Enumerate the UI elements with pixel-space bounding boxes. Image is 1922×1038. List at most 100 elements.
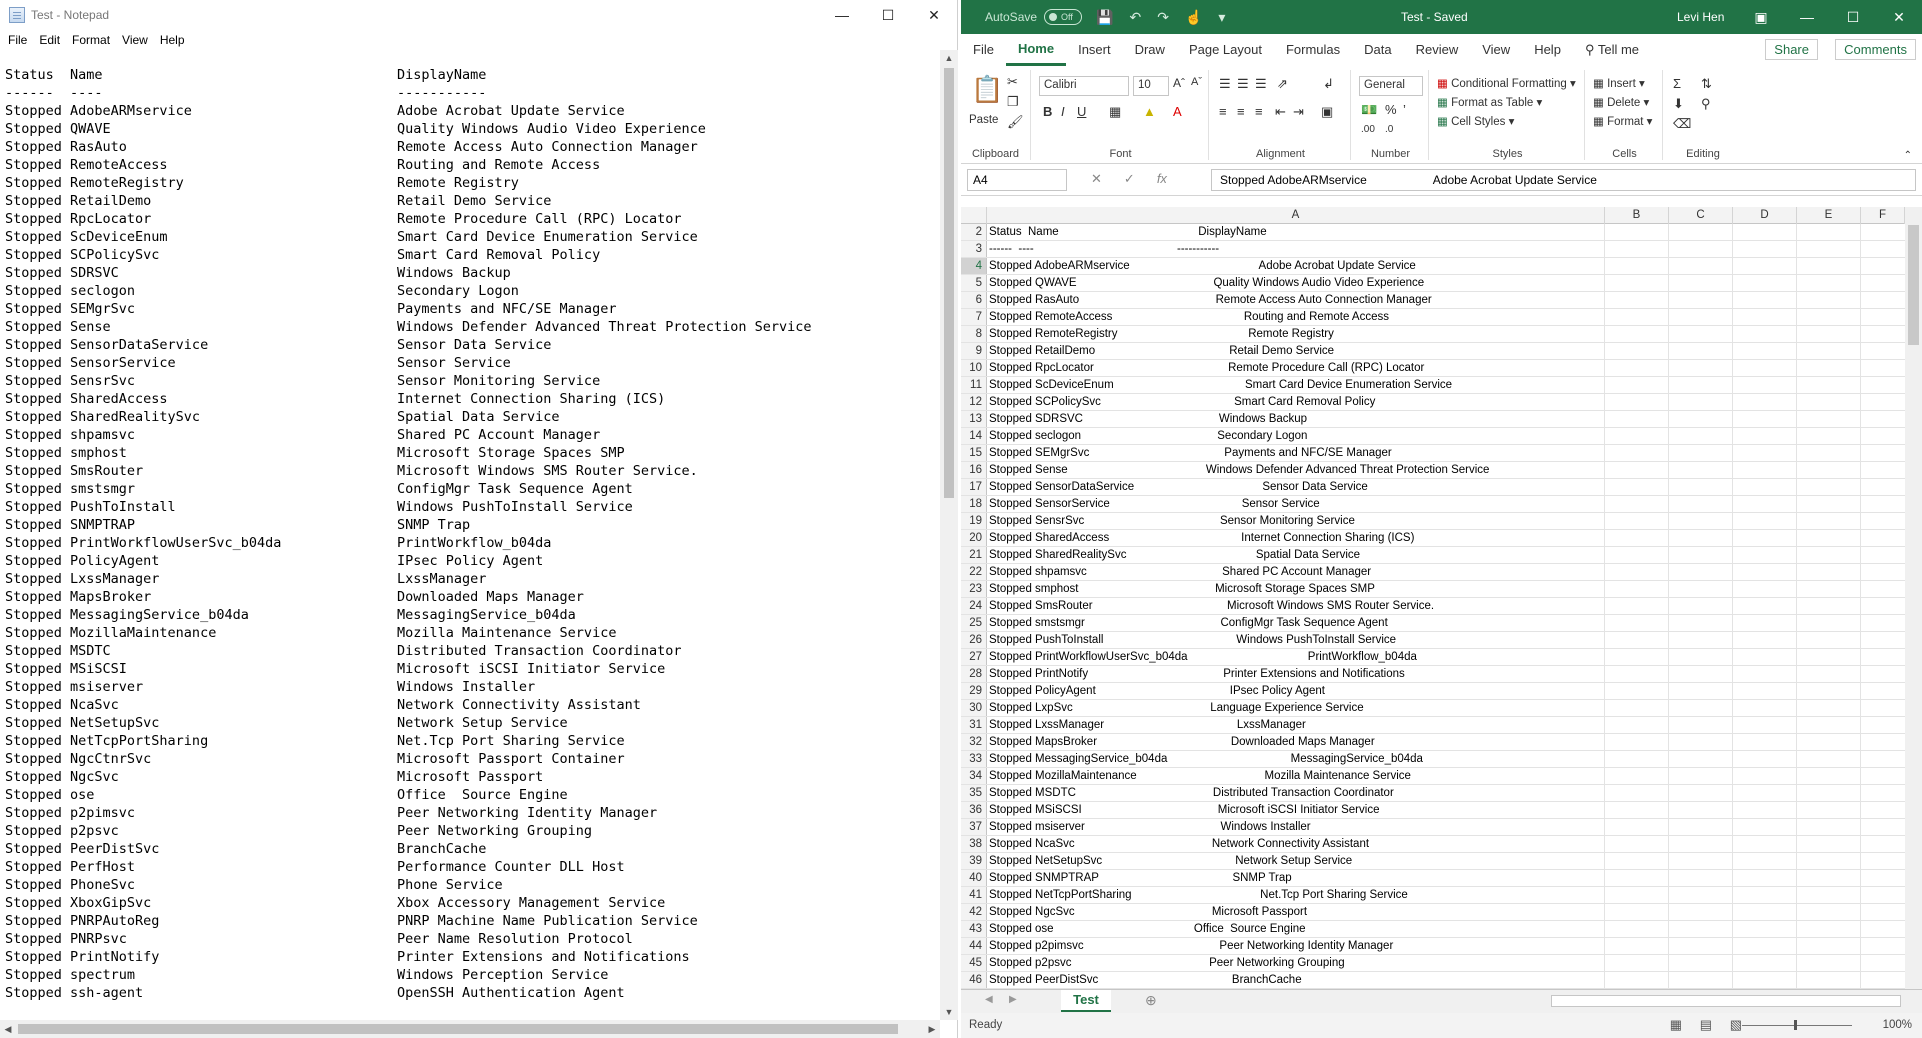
empty-cell[interactable] [1669,360,1733,376]
empty-cell[interactable] [1797,887,1861,903]
empty-cell[interactable] [1669,445,1733,461]
empty-cell[interactable] [1733,768,1797,784]
cell-a[interactable]: Stopped NcaSvc Network Connectivity Assis… [987,836,1605,852]
conditional-formatting-button[interactable]: ▦ Conditional Formatting ▾ [1437,76,1576,90]
row-header[interactable]: 36 [961,802,987,818]
empty-cell[interactable] [1669,904,1733,920]
cell-a[interactable]: Stopped SensorService Sensor Service [987,496,1605,512]
empty-cell[interactable] [1669,751,1733,767]
close-icon[interactable]: ✕ [1876,0,1922,34]
empty-cell[interactable] [1797,343,1861,359]
row-header[interactable]: 26 [961,632,987,648]
empty-cell[interactable] [1605,326,1669,342]
menu-help[interactable]: Help [154,33,191,47]
row-header[interactable]: 3 [961,241,987,257]
empty-cell[interactable] [1733,666,1797,682]
empty-cell[interactable] [1733,649,1797,665]
empty-cell[interactable] [1605,598,1669,614]
cell-a[interactable]: Stopped PushToInstall Windows PushToInsta… [987,632,1605,648]
empty-cell[interactable] [1605,343,1669,359]
merge-center-icon[interactable]: ▣ [1321,104,1333,120]
row-header[interactable]: 12 [961,394,987,410]
empty-cell[interactable] [1733,275,1797,291]
row-header[interactable]: 35 [961,785,987,801]
touch-mode-icon[interactable]: ☝ [1185,9,1202,26]
empty-cell[interactable] [1733,360,1797,376]
empty-cell[interactable] [1797,632,1861,648]
clear-icon[interactable]: ⌫ [1673,116,1691,132]
zoom-level[interactable]: 100% [1883,1019,1912,1031]
cell-a[interactable]: Stopped MessagingService_b04da MessagingS… [987,751,1605,767]
empty-cell[interactable] [1669,785,1733,801]
empty-cell[interactable] [1605,802,1669,818]
cell-a[interactable]: Stopped RemoteAccess Routing and Remote A… [987,309,1605,325]
cell-a[interactable]: Stopped PolicyAgent IPsec Policy Agent [987,683,1605,699]
empty-cell[interactable] [1605,445,1669,461]
empty-cell[interactable] [1669,666,1733,682]
row-header[interactable]: 31 [961,717,987,733]
format-painter-icon[interactable]: 🖌 [1007,114,1024,130]
underline-icon[interactable]: U [1077,104,1086,119]
empty-cell[interactable] [1733,530,1797,546]
cell-a[interactable]: ------ ---- ----------- [987,241,1605,257]
borders-icon[interactable]: ▦ [1109,104,1121,120]
customize-toolbar-icon[interactable]: ▾ [1218,9,1225,26]
zoom-slider-thumb[interactable] [1794,1020,1797,1030]
undo-icon[interactable]: ↶ [1129,9,1141,26]
empty-cell[interactable] [1669,955,1733,971]
empty-cell[interactable] [1797,700,1861,716]
empty-cell[interactable] [1797,870,1861,886]
tab-file[interactable]: File [961,34,1006,66]
empty-cell[interactable] [1605,785,1669,801]
zoom-slider[interactable] [1742,1020,1852,1030]
empty-cell[interactable] [1797,326,1861,342]
empty-cell[interactable] [1797,955,1861,971]
empty-cell[interactable] [1797,462,1861,478]
cell-a[interactable]: Stopped LxpSvc Language Experience Servic… [987,700,1605,716]
empty-cell[interactable] [1797,853,1861,869]
scroll-up-icon[interactable]: ▲ [940,50,958,66]
cell-a[interactable]: Stopped ose Office Source Engine [987,921,1605,937]
empty-cell[interactable] [1669,530,1733,546]
empty-cell[interactable] [1605,564,1669,580]
cell-a[interactable]: Stopped RemoteRegistry Remote Registry [987,326,1605,342]
row-header[interactable]: 30 [961,700,987,716]
empty-cell[interactable] [1733,887,1797,903]
row-header[interactable]: 41 [961,887,987,903]
empty-cell[interactable] [1797,972,1861,988]
menu-edit[interactable]: Edit [33,33,66,47]
font-color-icon[interactable]: A [1173,104,1182,119]
empty-cell[interactable] [1605,462,1669,478]
minimize-icon[interactable]: — [819,0,865,30]
minimize-icon[interactable]: — [1784,0,1830,34]
normal-view-icon[interactable]: ▦ [1670,1017,1682,1033]
row-header[interactable]: 8 [961,326,987,342]
empty-cell[interactable] [1733,564,1797,580]
empty-cell[interactable] [1797,768,1861,784]
cut-icon[interactable]: ✂ [1007,74,1018,90]
worksheet-grid[interactable]: A B C D E F 2 Status Name DisplayName 3 ----… [961,207,1922,989]
row-header[interactable]: 29 [961,683,987,699]
row-header[interactable]: 43 [961,921,987,937]
empty-cell[interactable] [1605,853,1669,869]
cell-a[interactable]: Stopped SCPolicySvc Smart Card Removal Po… [987,394,1605,410]
notepad-vertical-scrollbar[interactable]: ▲ ▼ [940,50,958,1020]
empty-cell[interactable] [1605,547,1669,563]
scrollbar-thumb[interactable] [18,1024,898,1034]
empty-cell[interactable] [1797,598,1861,614]
empty-cell[interactable] [1733,853,1797,869]
notepad-horizontal-scrollbar[interactable]: ◀ ▶ [0,1020,940,1038]
empty-cell[interactable] [1797,275,1861,291]
empty-cell[interactable] [1605,530,1669,546]
page-layout-view-icon[interactable]: ▤ [1700,1017,1712,1033]
empty-cell[interactable] [1605,496,1669,512]
empty-cell[interactable] [1733,326,1797,342]
empty-cell[interactable] [1733,411,1797,427]
empty-cell[interactable] [1733,904,1797,920]
empty-cell[interactable] [1733,615,1797,631]
tab-view[interactable]: View [1470,34,1522,66]
empty-cell[interactable] [1669,717,1733,733]
row-header[interactable]: 40 [961,870,987,886]
empty-cell[interactable] [1605,751,1669,767]
empty-cell[interactable] [1733,632,1797,648]
